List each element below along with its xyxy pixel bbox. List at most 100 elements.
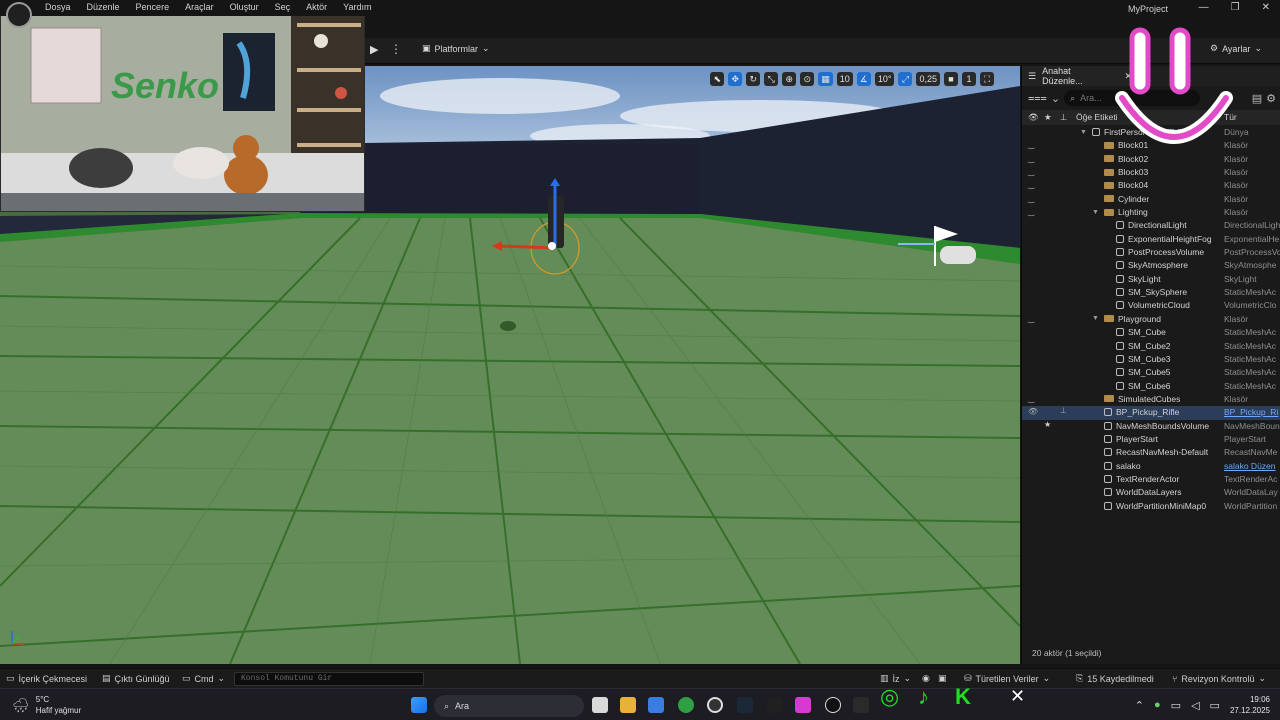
minimize-icon[interactable]: — — [1199, 2, 1209, 13]
outliner-row[interactable]: DirectionalLight DirectionalLight — [1022, 219, 1280, 232]
expand-caret-icon[interactable]: ▼ — [1092, 209, 1100, 216]
microphone-icon[interactable]: ● — [1154, 699, 1161, 711]
grid-snap-icon[interactable]: ▦ — [818, 72, 833, 86]
column-label-header[interactable]: Öğe Etiketi — [1076, 112, 1118, 122]
outliner-row[interactable]: SM_Cube6 StaticMeshAc — [1022, 380, 1280, 393]
task-view-icon[interactable] — [592, 697, 608, 713]
battery-icon[interactable]: ▭ — [1210, 699, 1220, 712]
obs-icon[interactable] — [707, 697, 723, 713]
favorite-column-icon[interactable]: ★ — [1044, 112, 1052, 123]
outliner-row[interactable]: salako salako Düzen — [1022, 460, 1280, 473]
outliner-row[interactable]: PostProcessVolume PostProcessVo — [1022, 246, 1280, 259]
epic-games-icon[interactable] — [767, 697, 783, 713]
menu-window[interactable]: Pencere — [136, 2, 170, 12]
menu-file[interactable]: Dosya — [45, 2, 71, 12]
outliner-row[interactable]: ‿ ▼ Playground Klasör — [1022, 313, 1280, 326]
scale-snap-icon[interactable]: ⤢ — [898, 72, 913, 86]
rotate-icon[interactable]: ↻ — [746, 72, 761, 86]
favorite-icon[interactable]: ★ — [1044, 420, 1051, 429]
app-purple-icon[interactable] — [795, 697, 811, 713]
outliner-row[interactable]: VolumetricCloud VolumetricClo — [1022, 299, 1280, 312]
store-icon[interactable] — [648, 697, 664, 713]
scale-snap-value[interactable]: 0,25 — [916, 72, 940, 86]
unreal-logo-icon[interactable] — [6, 2, 32, 28]
outliner-row[interactable]: 👁 ⊥ BP_Pickup_Rifle BP_Pickup_Ri — [1022, 406, 1280, 420]
scale-icon[interactable]: ⤡ — [764, 72, 779, 86]
outliner-row[interactable]: ‿ Block04 Klasör — [1022, 179, 1280, 192]
outliner-row[interactable]: ‿ Block03 Klasör — [1022, 166, 1280, 179]
revision-control-button[interactable]: ⑂ Revizyon Kontrolü ⌄ — [1172, 673, 1266, 684]
visibility-toggle-icon[interactable]: ‿ — [1028, 194, 1038, 203]
outliner-row[interactable]: SM_Cube StaticMeshAc — [1022, 326, 1280, 339]
visibility-toggle-icon[interactable]: ‿ — [1028, 154, 1038, 163]
pin-column-icon[interactable]: ⊥ — [1060, 112, 1067, 123]
network-icon[interactable]: ▭ — [1171, 699, 1181, 712]
select-mode-icon[interactable]: ⬉ — [710, 72, 725, 86]
visibility-toggle-icon[interactable]: ‿ — [1028, 207, 1038, 216]
filter-icon[interactable]: ⩶ — [1028, 92, 1047, 105]
outliner-row[interactable]: SM_Cube3 StaticMeshAc — [1022, 353, 1280, 366]
volume-icon[interactable]: ◁ — [1191, 699, 1199, 712]
cmd-dropdown[interactable]: ▭ Cmd ⌄ — [182, 673, 225, 684]
rotation-snap-icon[interactable]: ∡ — [856, 72, 871, 86]
pin-icon[interactable]: ⊥ — [1060, 406, 1067, 415]
visibility-toggle-icon[interactable]: 👁 — [1028, 407, 1038, 416]
visibility-column-icon[interactable]: 👁 — [1028, 112, 1039, 123]
record-icon[interactable]: ◉ — [922, 673, 930, 684]
unsaved-button[interactable]: ⎘ 15 Kaydedilmedi — [1076, 673, 1154, 684]
menu-help[interactable]: Yardım — [343, 2, 371, 12]
outliner-row-type[interactable]: salako Düzen — [1224, 461, 1280, 471]
more-options-icon[interactable]: ⋮ — [390, 42, 402, 56]
derived-data-button[interactable]: ⛁ Türetilen Veriler ⌄ — [964, 673, 1050, 684]
world-space-icon[interactable]: ⊕ — [782, 72, 797, 86]
outliner-row[interactable]: ExponentialHeightFog ExponentialHe — [1022, 233, 1280, 246]
outliner-row[interactable]: ‿ SimulatedCubes Klasör — [1022, 393, 1280, 406]
outliner-row[interactable]: ‿ Cylinder Klasör — [1022, 193, 1280, 206]
play-icon[interactable]: ▶ — [370, 43, 384, 57]
camera-speed-value[interactable]: 1 — [962, 72, 976, 86]
settings-icon[interactable]: ⚙ — [1266, 92, 1276, 105]
translate-icon[interactable]: ✥ — [728, 72, 743, 86]
visibility-toggle-icon[interactable]: ‿ — [1028, 394, 1038, 403]
show-hidden-icons[interactable]: ⌃ — [1135, 699, 1144, 712]
outliner-row[interactable]: WorldPartitionMiniMap0 WorldPartition — [1022, 500, 1280, 513]
visibility-toggle-icon[interactable]: ‿ — [1028, 140, 1038, 149]
platforms-button[interactable]: ▣ Platformlar ⌄ — [422, 43, 490, 54]
add-folder-icon[interactable]: ▤ — [1252, 92, 1262, 105]
camera-icon[interactable]: ▣ — [938, 673, 947, 684]
expand-caret-icon[interactable]: ▼ — [1080, 129, 1088, 136]
unreal-engine-icon[interactable] — [825, 697, 841, 713]
expand-caret-icon[interactable]: ▼ — [1092, 315, 1100, 322]
maximize-viewport-icon[interactable]: ⛶ — [980, 72, 994, 86]
maximize-icon[interactable]: ❐ — [1231, 2, 1240, 13]
outliner-row[interactable]: TextRenderActor TextRenderAc — [1022, 473, 1280, 486]
visibility-toggle-icon[interactable]: ‿ — [1028, 167, 1038, 176]
outliner-row[interactable]: SM_Cube2 StaticMeshAc — [1022, 340, 1280, 353]
chevron-down-icon[interactable]: ⌄ — [1051, 92, 1060, 105]
rotation-snap-value[interactable]: 10° — [874, 72, 895, 86]
console-command-input[interactable]: Konsol Komutunu Gir — [234, 672, 424, 686]
menu-edit[interactable]: Düzenle — [87, 2, 120, 12]
outliner-row[interactable]: SkyLight SkyLight — [1022, 273, 1280, 286]
file-explorer-icon[interactable] — [620, 697, 636, 713]
windows-start-icon[interactable] — [411, 697, 427, 713]
close-icon[interactable]: ✕ — [1262, 2, 1270, 13]
menu-select[interactable]: Seç — [275, 2, 291, 12]
outliner-row[interactable]: WorldDataLayers WorldDataLay — [1022, 486, 1280, 499]
outliner-row[interactable]: ★ NavMeshBoundsVolume NavMeshBoun — [1022, 420, 1280, 433]
outliner-row[interactable]: PlayerStart PlayerStart — [1022, 433, 1280, 446]
outliner-row[interactable]: SM_Cube5 StaticMeshAc — [1022, 366, 1280, 379]
trace-dropdown[interactable]: ▥ İz ⌄ — [880, 673, 911, 684]
output-log-button[interactable]: ▤ Çıktı Günlüğü — [102, 673, 170, 684]
menu-actor[interactable]: Aktör — [306, 2, 327, 12]
outliner-row[interactable]: SkyAtmosphere SkyAtmosphe — [1022, 259, 1280, 272]
outliner-row[interactable]: RecastNavMesh-Default RecastNavMe — [1022, 446, 1280, 459]
menu-build[interactable]: Oluştur — [230, 2, 259, 12]
visibility-toggle-icon[interactable]: ‿ — [1028, 180, 1038, 189]
outliner-row[interactable]: SM_SkySphere StaticMeshAc — [1022, 286, 1280, 299]
taskbar-clock[interactable]: 19:06 27.12.2025 — [1230, 694, 1270, 716]
outliner-row-type[interactable]: BP_Pickup_Ri — [1224, 407, 1280, 417]
chrome-icon[interactable] — [678, 697, 694, 713]
menu-tools[interactable]: Araçlar — [185, 2, 214, 12]
visibility-toggle-icon[interactable]: ‿ — [1028, 314, 1038, 323]
